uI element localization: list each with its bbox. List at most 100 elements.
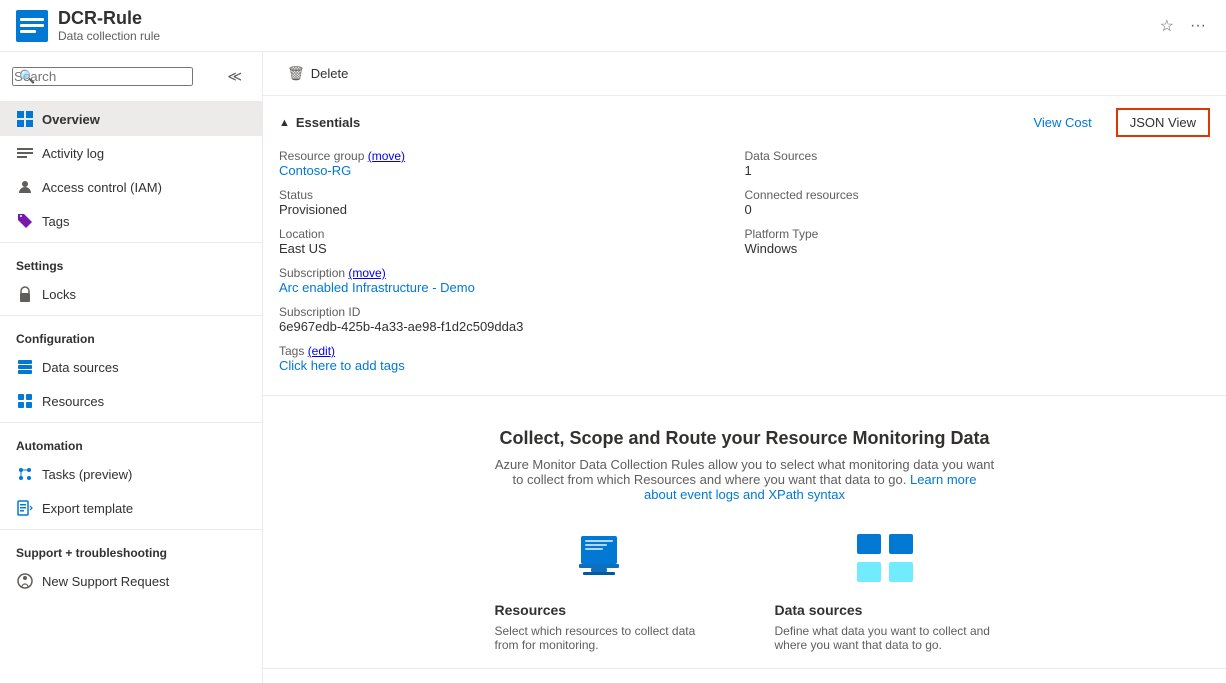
resources-card-title: Resources [495,602,715,618]
sidebar-divider-2 [0,315,262,316]
status-value: Provisioned [279,202,745,217]
access-control-icon [16,178,34,196]
toolbar: 🗑 Delete [263,52,1226,96]
json-view-button[interactable]: JSON View [1116,108,1210,137]
sidebar-item-data-sources[interactable]: Data sources [0,350,262,384]
sidebar-item-locks[interactable]: Locks [0,277,262,311]
essentials-chevron-icon[interactable]: ▲ [279,117,290,129]
platform-type-label: Platform Type [745,227,1211,241]
sidebar-item-resources[interactable]: Resources [0,384,262,418]
data-sources-card-title: Data sources [775,602,995,618]
sidebar-item-export-template[interactable]: Export template [0,491,262,525]
sidebar: 🔍 ≪ Overview Activity log Access control… [0,52,263,683]
sidebar-section-settings: Settings [0,247,262,277]
sidebar-item-activity-log-label: Activity log [42,146,104,161]
sidebar-item-new-support-label: New Support Request [42,574,169,589]
promo-description: Azure Monitor Data Collection Rules allo… [495,457,995,502]
essentials-resource-group: Resource group (move) Contoso-RG [279,149,745,178]
sidebar-item-tags[interactable]: Tags [0,204,262,238]
sidebar-item-new-support[interactable]: New Support Request [0,564,262,598]
search-input[interactable] [12,67,193,86]
sidebar-divider-3 [0,422,262,423]
main-layout: 🔍 ≪ Overview Activity log Access control… [0,52,1226,683]
delete-button[interactable]: 🗑 Delete [279,60,356,87]
sidebar-item-data-sources-label: Data sources [42,360,119,375]
view-cost-button[interactable]: View Cost [1021,110,1103,135]
data-sources-card-desc: Define what data you want to collect and… [775,624,995,652]
delete-label: Delete [311,66,349,81]
tags-icon [16,212,34,230]
sidebar-item-access-control-label: Access control (IAM) [42,180,162,195]
tasks-icon [16,465,34,483]
subscription-move-link[interactable]: (move) [348,266,385,280]
sidebar-divider-4 [0,529,262,530]
essentials-col-right: Data Sources 1 Connected resources 0 Pla… [745,149,1211,383]
delete-icon: 🗑 [287,65,305,82]
sidebar-section-configuration: Configuration [0,320,262,350]
subscription-value-link[interactable]: Arc enabled Infrastructure - Demo [279,280,475,295]
tags-label: Tags (edit) [279,344,745,358]
resources-icon [16,392,34,410]
sidebar-item-overview[interactable]: Overview [0,102,262,136]
data-sources-label: Data Sources [745,149,1211,163]
search-icon: 🔍 [19,69,35,85]
collapse-sidebar-icon[interactable]: ≪ [219,60,250,93]
essentials-subscription-id: Subscription ID 6e967edb-425b-4a33-ae98-… [279,305,745,334]
essentials-header: ▲ Essentials View Cost JSON View [279,108,1210,137]
essentials-platform-type: Platform Type Windows [745,227,1211,256]
sidebar-section-automation: Automation [0,427,262,457]
essentials-grid: Resource group (move) Contoso-RG Status … [279,149,1210,383]
activity-log-icon [16,144,34,162]
essentials-connected-resources: Connected resources 0 [745,188,1211,217]
promo-title: Collect, Scope and Route your Resource M… [499,428,989,449]
sidebar-item-tasks[interactable]: Tasks (preview) [0,457,262,491]
sidebar-item-tasks-label: Tasks (preview) [42,467,132,482]
more-options-icon[interactable]: ··· [1186,13,1210,39]
essentials-wrapper: ▲ Essentials View Cost JSON View Resourc… [263,96,1226,396]
sidebar-item-activity-log[interactable]: Activity log [0,136,262,170]
sidebar-item-locks-label: Locks [42,287,76,302]
essentials-status: Status Provisioned [279,188,745,217]
sidebar-item-tags-label: Tags [42,214,69,229]
data-sources-promo-icon [853,526,917,590]
subscription-id-label: Subscription ID [279,305,745,319]
sidebar-section-support: Support + troubleshooting [0,534,262,564]
promo-card-data-sources: Data sources Define what data you want t… [775,526,995,652]
tags-add-link[interactable]: Click here to add tags [279,358,405,373]
subscription-label: Subscription (move) [279,266,745,280]
resource-group-move-link[interactable]: (move) [368,149,405,163]
resource-icon [16,10,48,42]
essentials-section: ▲ Essentials View Cost JSON View Resourc… [263,96,1226,396]
data-sources-icon [16,358,34,376]
resources-card-desc: Select which resources to collect data f… [495,624,715,652]
resource-group-value-link[interactable]: Contoso-RG [279,163,351,178]
location-label: Location [279,227,745,241]
main-content: 🗑 Delete ▲ Essentials View Cost JSON Vie… [263,52,1226,683]
sidebar-divider-1 [0,242,262,243]
page-title: DCR-Rule [58,8,1156,29]
essentials-col-left: Resource group (move) Contoso-RG Status … [279,149,745,383]
locks-icon [16,285,34,303]
promo-section: Collect, Scope and Route your Resource M… [263,396,1226,669]
essentials-data-sources: Data Sources 1 [745,149,1211,178]
learn-more-link[interactable]: Learn more about event logs and XPath sy… [644,472,976,502]
essentials-location: Location East US [279,227,745,256]
status-label: Status [279,188,745,202]
sidebar-item-overview-label: Overview [42,112,100,127]
tags-edit-link[interactable]: (edit) [308,344,335,358]
connected-resources-value: 0 [745,202,1211,217]
sidebar-search-row: 🔍 ≪ [0,52,262,102]
favorite-star-icon[interactable]: ☆ [1156,12,1178,40]
header-text-block: DCR-Rule Data collection rule [58,8,1156,43]
search-wrapper: 🔍 [12,67,219,86]
support-icon [16,572,34,590]
essentials-subscription: Subscription (move) Arc enabled Infrastr… [279,266,745,295]
platform-type-value: Windows [745,241,1211,256]
resource-group-label: Resource group (move) [279,149,745,163]
promo-card-resources: Resources Select which resources to coll… [495,526,715,652]
location-value: East US [279,241,745,256]
subscription-id-value: 6e967edb-425b-4a33-ae98-f1d2c509dda3 [279,319,745,334]
sidebar-item-access-control[interactable]: Access control (IAM) [0,170,262,204]
header-actions: ☆ ··· [1156,12,1210,40]
sidebar-item-export-template-label: Export template [42,501,133,516]
